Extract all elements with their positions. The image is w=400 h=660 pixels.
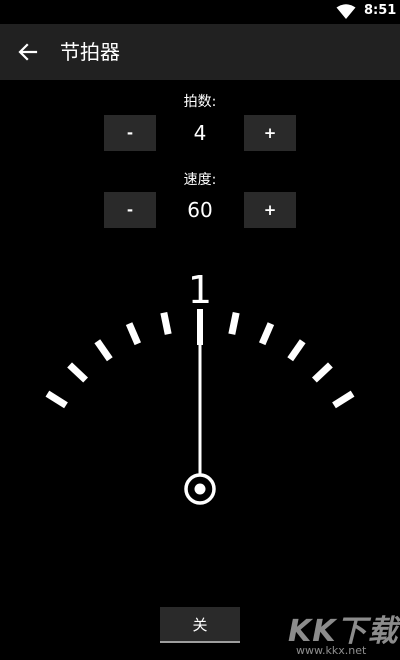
wifi-icon (336, 4, 356, 19)
beats-increment-button[interactable]: + (244, 115, 296, 151)
app-bar: 节拍器 (0, 24, 400, 80)
arrow-back-icon (18, 43, 38, 61)
beats-decrement-button[interactable]: - (104, 115, 156, 151)
back-button[interactable] (12, 36, 44, 68)
status-bar: 8:51 (0, 0, 400, 24)
metronome-dial (45, 309, 355, 505)
dial-tick (125, 322, 142, 346)
dial-tick (45, 390, 68, 409)
dial-tick (258, 322, 275, 346)
dial-tick (287, 339, 306, 362)
start-stop-button[interactable]: 关 (160, 607, 240, 643)
tempo-increment-button[interactable]: + (244, 192, 296, 228)
watermark: KK下载 www.kkx.net (282, 606, 400, 660)
beats-value: 4 (193, 121, 207, 145)
dial-tick (228, 311, 240, 335)
beats-label: 拍数: (183, 94, 217, 110)
pendulum (184, 320, 216, 505)
status-time: 8:51 (364, 3, 397, 18)
watermark-url: www.kkx.net (296, 644, 367, 657)
dial-tick (332, 390, 355, 409)
dial-tick (67, 362, 89, 383)
dial-tick (94, 339, 113, 362)
tempo-value: 60 (187, 198, 213, 222)
tempo-label: 速度: (183, 172, 217, 188)
page-title: 节拍器 (60, 40, 120, 64)
pendulum-pivot-inner (194, 483, 206, 495)
dial-tick (311, 362, 333, 383)
dial-tick (160, 311, 172, 335)
tempo-decrement-button[interactable]: - (104, 192, 156, 228)
